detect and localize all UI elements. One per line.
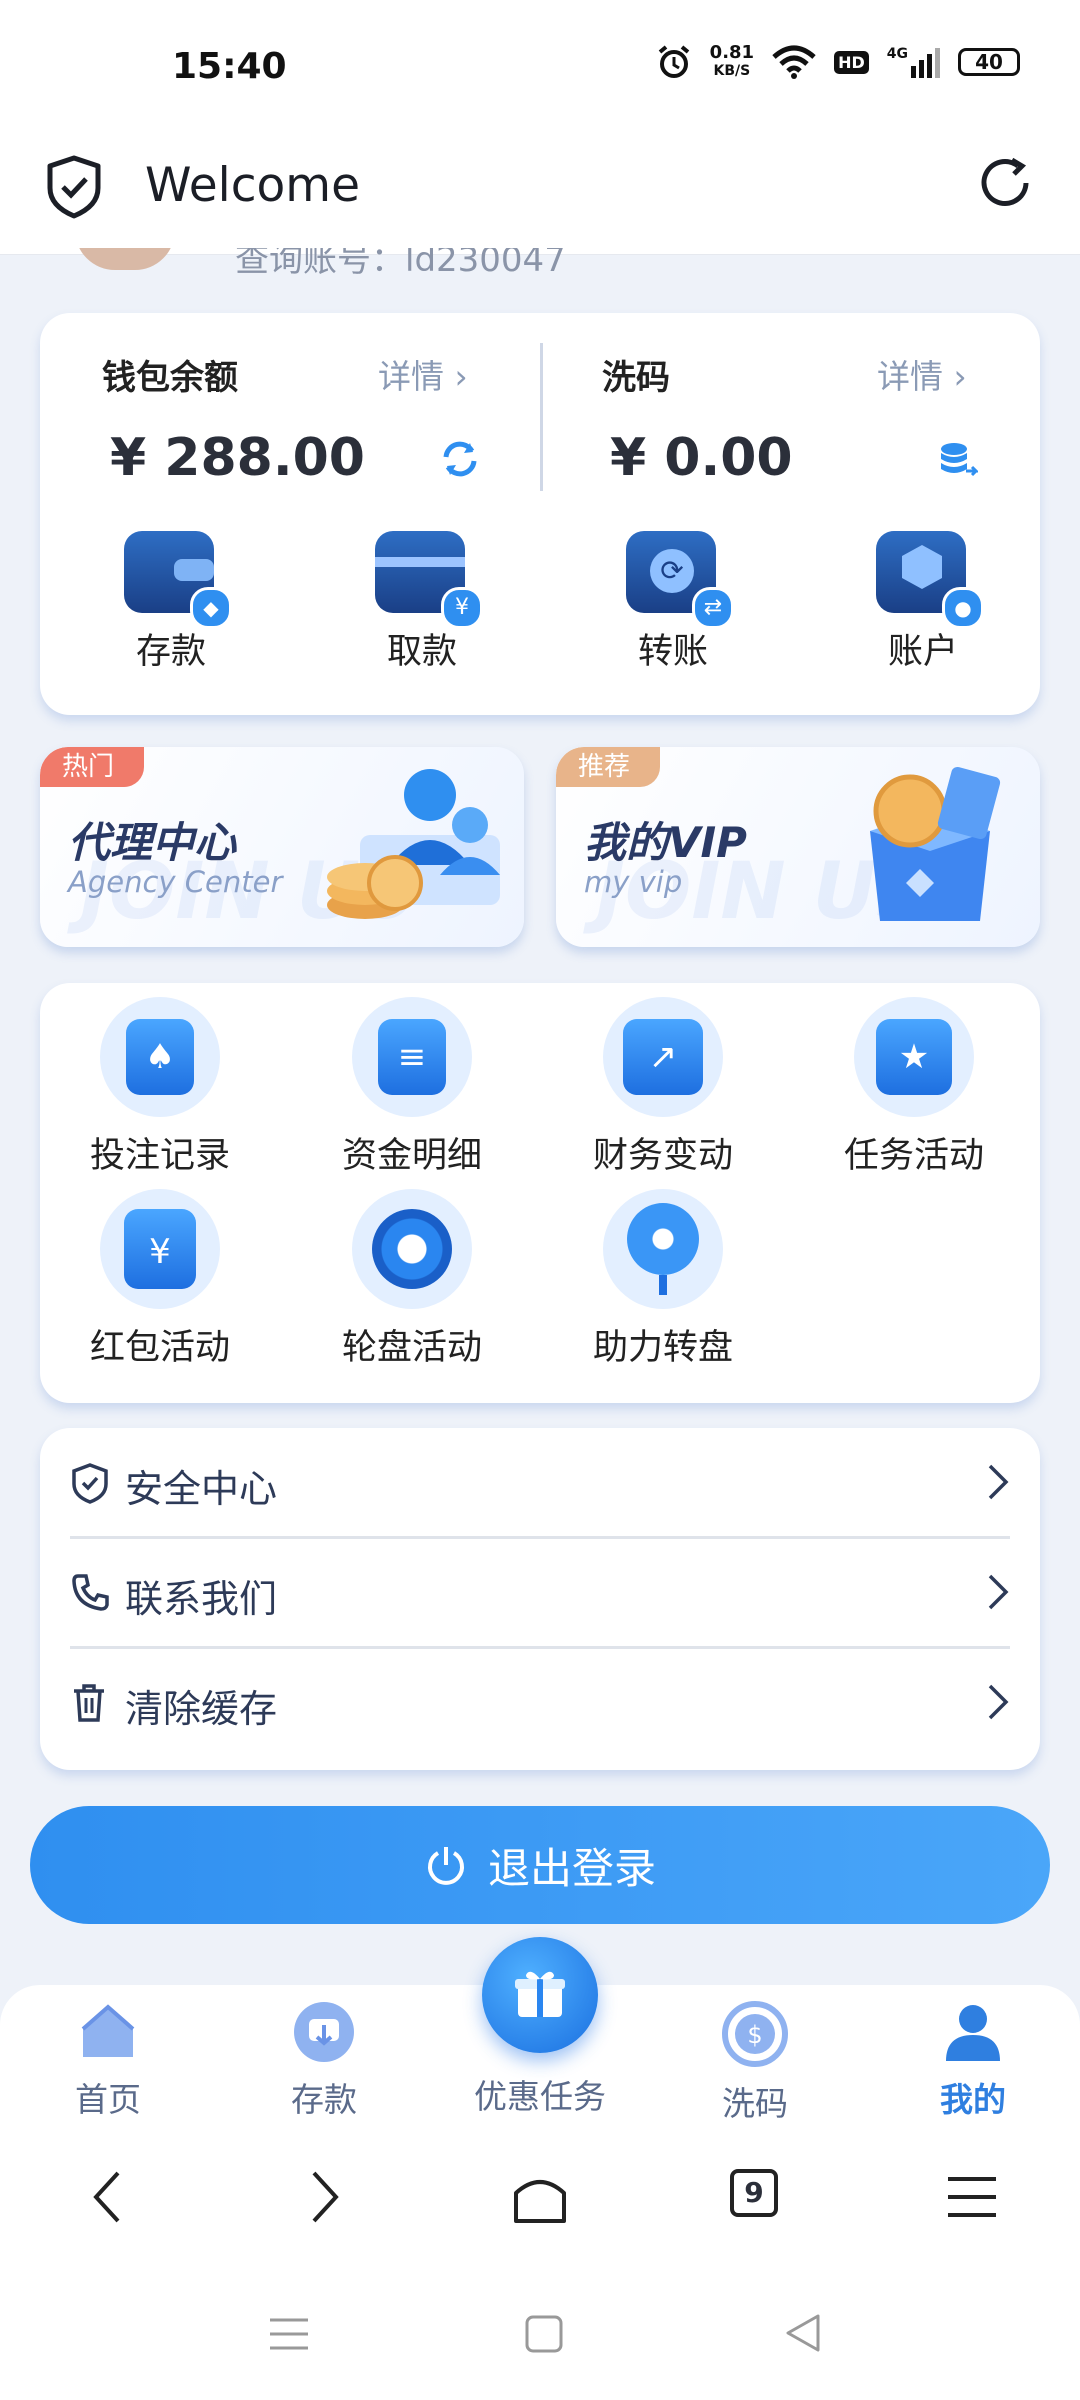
database-icon[interactable]	[938, 441, 978, 481]
tab-wash-code[interactable]: $ 洗码	[685, 1999, 825, 2125]
refresh-balance-icon[interactable]	[440, 439, 480, 479]
svg-text:$: $	[747, 2021, 762, 2049]
menu-security-center[interactable]: 安全中心	[70, 1428, 1010, 1539]
chevron-right-icon	[988, 1574, 1009, 1610]
back-icon[interactable]	[88, 2167, 128, 2227]
finance-change-icon: ↗	[603, 997, 723, 1117]
wifi-icon	[772, 45, 816, 79]
my-vip-card[interactable]: JOIN US 推荐 我的VIP my vip	[556, 747, 1040, 947]
phone-icon	[72, 1574, 109, 1611]
balance-label: 钱包余额	[102, 358, 238, 398]
finance-change-item[interactable]: ↗ 财务变动	[563, 997, 763, 1178]
home-icon	[81, 2004, 135, 2057]
chevron-right-icon	[988, 1684, 1009, 1720]
status-icons: 0.81 KB/S HD 4G 40	[656, 44, 1020, 80]
tab-home[interactable]: 首页	[38, 1999, 178, 2121]
balance-detail-link[interactable]: 详情 ›	[378, 350, 468, 398]
network-speed: 0.81 KB/S	[709, 42, 755, 80]
transfer-icon: ⟳ ⇄	[626, 531, 734, 629]
account-action[interactable]: ● 账户	[853, 531, 993, 674]
tab-deposit[interactable]: 存款	[254, 1999, 394, 2121]
settings-menu: 安全中心 联系我们 清除缓存	[40, 1428, 1040, 1770]
deposit-icon	[294, 2002, 354, 2062]
chevron-right-icon	[988, 1464, 1009, 1500]
alarm-icon	[658, 45, 689, 78]
user-info-partial: 查询账号：ld230047	[75, 248, 775, 274]
profile-icon	[946, 2005, 1000, 2061]
hd-badge: HD	[834, 50, 869, 74]
app-header: Welcome	[0, 130, 1080, 255]
bet-record-icon: ♠	[100, 997, 220, 1117]
page-title: Welcome	[145, 158, 360, 213]
recommend-tag: 推荐	[556, 747, 661, 787]
gift-icon	[515, 1971, 565, 2017]
wallet-card: 钱包余额 详情 › ¥ 288.00 洗码 详情 › ¥ 0.00 ◆ 存款 ¥…	[40, 313, 1040, 715]
vip-box-icon	[870, 766, 1001, 921]
feature-grid: ♠ 投注记录 ≡ 资金明细 ↗ 财务变动 ★ 任务活动 ¥ 红包活动 轮盘活动 …	[40, 983, 1040, 1403]
wallet-deposit-icon: ◆	[124, 531, 232, 629]
status-bar: 15:40 0.81 KB/S HD 4G 40	[0, 0, 1080, 130]
forward-icon[interactable]	[304, 2167, 344, 2227]
tab-promotions[interactable]	[482, 1937, 598, 2053]
avatar	[75, 248, 175, 270]
agency-illustration-icon	[327, 769, 500, 919]
trash-icon	[74, 1684, 104, 1722]
menu-clear-cache[interactable]: 清除缓存	[70, 1648, 1010, 1756]
task-activity-item[interactable]: ★ 任务活动	[814, 997, 1014, 1178]
signal-icon: 4G	[887, 46, 940, 78]
account-icon: ●	[876, 531, 984, 629]
tabs-count-button[interactable]: 9	[730, 2169, 778, 2217]
task-activity-icon: ★	[854, 997, 974, 1117]
roulette-icon	[352, 1189, 472, 1309]
wash-detail-link[interactable]: 详情 ›	[877, 350, 967, 398]
status-time: 15:40	[172, 46, 287, 87]
home-button-icon[interactable]	[524, 2314, 564, 2354]
funds-detail-item[interactable]: ≡ 资金明细	[312, 997, 512, 1178]
red-packet-icon: ¥	[100, 1189, 220, 1309]
menu-icon[interactable]	[946, 2175, 998, 2219]
roulette-item[interactable]: 轮盘活动	[312, 1189, 512, 1370]
power-icon	[428, 1847, 464, 1885]
logout-button[interactable]: 退出登录	[30, 1806, 1050, 1924]
balance-amount: ¥ 288.00	[110, 428, 365, 488]
menu-contact-us[interactable]: 联系我们	[70, 1538, 1010, 1649]
hot-tag: 热门	[40, 747, 145, 787]
system-nav-bar	[0, 2270, 1080, 2400]
card-withdraw-icon: ¥	[375, 531, 483, 629]
recent-apps-icon[interactable]	[268, 2316, 310, 2352]
wash-code-icon: $	[722, 2001, 788, 2067]
tab-profile[interactable]: 我的	[903, 1999, 1043, 2121]
wash-label: 洗码	[602, 358, 670, 398]
shield-icon	[72, 1463, 108, 1504]
browser-toolbar: 9	[0, 2125, 1080, 2270]
wallet-divider	[540, 343, 543, 491]
boost-wheel-icon	[603, 1189, 723, 1309]
transfer-action[interactable]: ⟳ ⇄ 转账	[603, 531, 743, 674]
back-button-icon[interactable]	[782, 2312, 824, 2354]
wash-amount: ¥ 0.00	[610, 428, 793, 488]
refresh-icon[interactable]	[974, 152, 1036, 218]
bet-record-item[interactable]: ♠ 投注记录	[60, 997, 260, 1178]
boost-wheel-item[interactable]: 助力转盘	[563, 1189, 763, 1370]
shield-check-icon[interactable]	[44, 154, 104, 224]
deposit-action[interactable]: ◆ 存款	[101, 531, 241, 674]
battery-icon: 40	[958, 48, 1020, 76]
withdraw-action[interactable]: ¥ 取款	[352, 531, 492, 674]
funds-detail-icon: ≡	[352, 997, 472, 1117]
red-packet-item[interactable]: ¥ 红包活动	[60, 1189, 260, 1370]
agency-center-card[interactable]: JOIN US 热门 代理中心 Agency Center	[40, 747, 524, 947]
home-nav-icon[interactable]	[512, 2169, 568, 2225]
